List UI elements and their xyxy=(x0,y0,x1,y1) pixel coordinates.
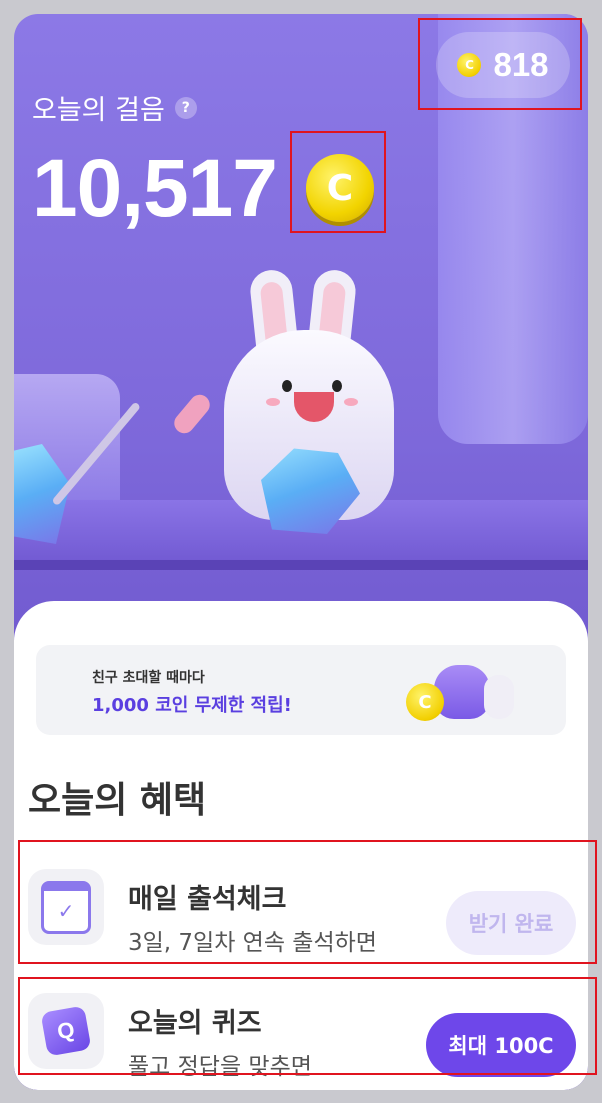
section-title: 오늘의 혜택 xyxy=(28,780,207,821)
coin-icon: C xyxy=(457,53,482,77)
coin-balance-button[interactable]: C 818 xyxy=(436,32,570,98)
quiz-title: 오늘의 퀴즈 xyxy=(128,1008,262,1039)
steps-count: 10,517 xyxy=(32,143,278,234)
steps-label-group: 오늘의 걸음 ? xyxy=(32,88,197,127)
banner-subtitle: 친구 초대할 때마다 xyxy=(92,670,205,686)
pickaxe-head-illustration xyxy=(170,390,214,438)
list-item-quiz[interactable]: Q 오늘의 퀴즈 풀고 정답을 맞추면 최대 100C xyxy=(14,975,588,1085)
banner-title: 1,000 코인 무제한 적립! xyxy=(92,695,292,716)
list-item-attendance[interactable]: ✓ 매일 출석체크 3일, 7일차 연속 출석하면 받기 완료 xyxy=(14,851,588,961)
collect-coin-icon[interactable]: C xyxy=(306,154,374,222)
coin-icon: C xyxy=(406,683,444,721)
hero-area: C 818 오늘의 걸음 ? 10,517 C xyxy=(14,14,588,614)
received-button[interactable]: 받기 완료 xyxy=(446,891,576,955)
money-bag-icon xyxy=(434,665,490,719)
benefits-sheet: 친구 초대할 때마다 1,000 코인 무제한 적립! C 오늘의 혜택 ✓ 매… xyxy=(14,601,588,1090)
help-icon[interactable]: ? xyxy=(174,96,197,119)
attendance-description: 3일, 7일차 연속 출석하면 xyxy=(128,930,377,956)
app-screen: C 818 오늘의 걸음 ? 10,517 C 친구 초대할 때마다 1,000… xyxy=(14,14,588,1090)
attendance-title: 매일 출석체크 xyxy=(128,884,287,915)
quiz-reward-button[interactable]: 최대 100C xyxy=(426,1013,576,1077)
quiz-description: 풀고 정답을 맞추면 xyxy=(128,1054,312,1080)
steps-label: 오늘의 걸음 xyxy=(32,95,165,126)
coin-balance: 818 xyxy=(493,46,549,83)
quiz-icon: Q xyxy=(28,993,104,1069)
rabbit-icon xyxy=(484,675,514,719)
calendar-check-icon: ✓ xyxy=(28,869,104,945)
invite-banner[interactable]: 친구 초대할 때마다 1,000 코인 무제한 적립! C xyxy=(36,645,566,735)
